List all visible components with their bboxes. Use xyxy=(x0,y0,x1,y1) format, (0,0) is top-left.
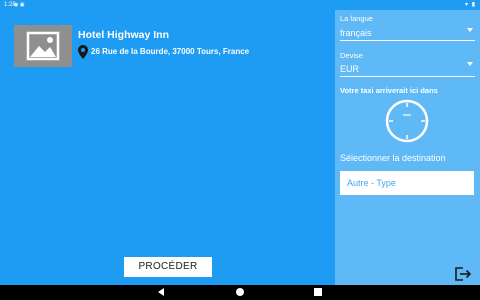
exit-icon[interactable] xyxy=(454,266,472,282)
destination-label: Sélectionner la destination xyxy=(340,153,446,163)
currency-underline xyxy=(340,76,475,77)
settings-panel: La langue français Devise EUR Votre taxi… xyxy=(335,10,480,285)
language-underline xyxy=(340,40,475,41)
hotel-name: Hotel Highway Inn xyxy=(78,29,170,41)
language-select[interactable]: français xyxy=(340,28,372,38)
status-system-icons: ▾ ▮ xyxy=(465,2,476,8)
status-bar: 1:28 ◉ ▣ ▾ ▮ xyxy=(0,0,480,10)
proceed-button[interactable]: PROCÉDER xyxy=(124,257,212,277)
location-pin-icon xyxy=(78,45,88,59)
hotel-address: 26 Rue de la Bourde, 37000 Tours, France xyxy=(91,47,250,56)
image-placeholder-icon xyxy=(14,25,72,67)
recents-icon[interactable] xyxy=(314,288,322,296)
language-label: La langue xyxy=(340,14,373,23)
home-icon[interactable] xyxy=(236,288,244,296)
language-chevron-down-icon[interactable] xyxy=(467,28,473,32)
back-icon[interactable] xyxy=(158,288,164,296)
currency-chevron-down-icon[interactable] xyxy=(467,62,473,66)
currency-select[interactable]: EUR xyxy=(340,64,359,74)
currency-label: Devise xyxy=(340,51,363,60)
taxi-eta-label: Votre taxi arriverait ici dans xyxy=(340,86,438,95)
status-notification-icons: ◉ ▣ xyxy=(14,2,25,8)
clock-icon xyxy=(384,98,430,144)
destination-input[interactable]: Autre - Type xyxy=(340,171,474,195)
